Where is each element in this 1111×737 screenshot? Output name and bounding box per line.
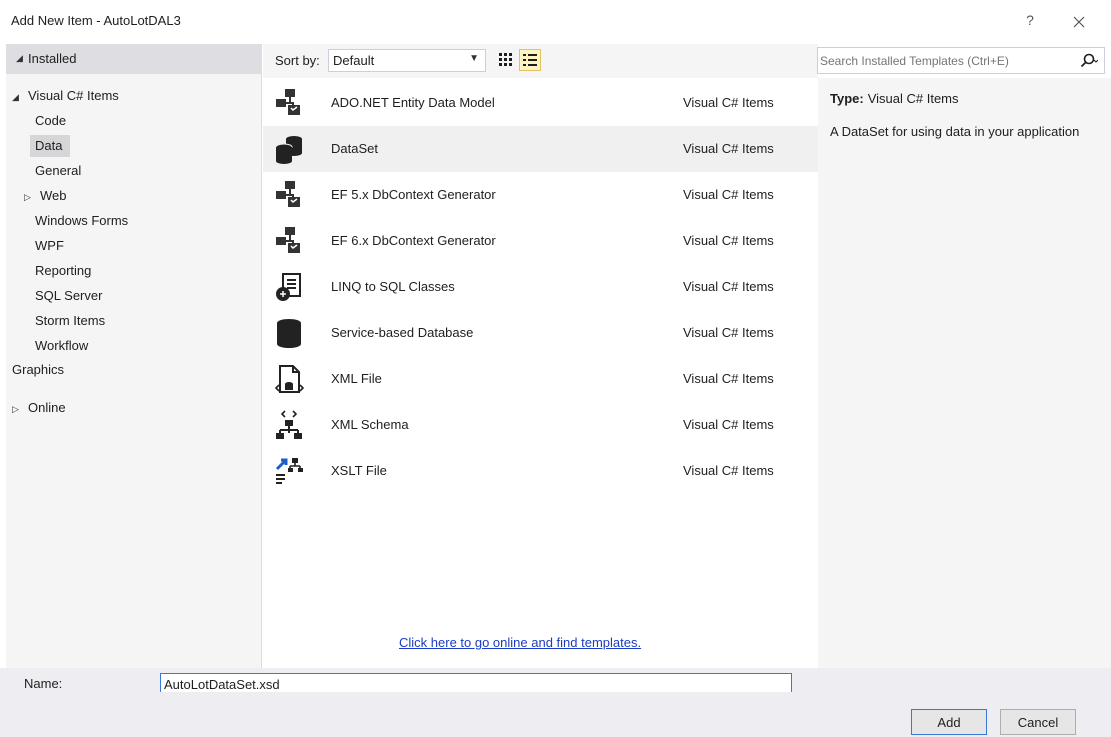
- tree-item-label: Web: [40, 188, 67, 203]
- xml-schema-icon: [273, 409, 305, 441]
- template-name: XML File: [331, 371, 382, 386]
- tree-item-visual-csharp-items[interactable]: ◢ Visual C# Items: [12, 88, 256, 110]
- installed-node[interactable]: ◢ Installed: [6, 44, 262, 74]
- tree-item-label: Graphics: [12, 362, 65, 377]
- expanded-arrow-icon: ◢: [12, 92, 19, 102]
- chevron-down-icon: ▼: [469, 53, 479, 64]
- list-view-icon[interactable]: [519, 49, 541, 71]
- cancel-button[interactable]: Cancel: [1000, 709, 1076, 735]
- tree-item-label: General: [35, 163, 82, 178]
- tree-item-windows-forms[interactable]: Windows Forms: [35, 213, 128, 235]
- entity-model-icon: [273, 87, 305, 119]
- tree-item-workflow[interactable]: Workflow: [35, 338, 88, 360]
- template-list: ADO.NET Entity Data Model Visual C# Item…: [263, 78, 818, 692]
- template-description: A DataSet for using data in your applica…: [830, 124, 1080, 139]
- template-item-dataset[interactable]: DataSet Visual C# Items: [263, 126, 818, 172]
- find-templates-online-link[interactable]: Click here to go online and find templat…: [399, 635, 641, 650]
- search-icon[interactable]: [1078, 51, 1099, 71]
- template-toolbar: Sort by: Default ▼: [263, 44, 818, 78]
- template-category: Visual C# Items: [683, 233, 774, 248]
- tree-item-sql-server[interactable]: SQL Server: [35, 288, 102, 310]
- template-category: Visual C# Items: [683, 371, 774, 386]
- tree-item-label: Reporting: [35, 263, 92, 278]
- tree-item-label: Data: [35, 138, 63, 153]
- entity-model-icon: [273, 225, 305, 257]
- tree-item-reporting[interactable]: Reporting: [35, 263, 91, 285]
- template-item-ef5-dbcontext-generator[interactable]: EF 5.x DbContext Generator Visual C# Ite…: [263, 172, 818, 218]
- template-category: Visual C# Items: [683, 187, 774, 202]
- search-templates-box: [817, 47, 1105, 74]
- sort-by-value: Default: [333, 53, 375, 68]
- template-item-xslt-file[interactable]: XSLT File Visual C# Items: [263, 448, 818, 494]
- collapsed-arrow-icon: ▷: [12, 404, 19, 414]
- template-category: Visual C# Items: [683, 325, 774, 340]
- tree-item-label: Workflow: [35, 338, 89, 353]
- tree-item-label: Storm Items: [35, 313, 106, 328]
- add-button[interactable]: Add: [911, 709, 987, 735]
- template-category: Visual C# Items: [683, 417, 774, 432]
- database-icon: [273, 317, 305, 349]
- template-item-xml-schema[interactable]: XML Schema Visual C# Items: [263, 402, 818, 448]
- tree-item-label: Windows Forms: [35, 213, 129, 228]
- tree-item-online[interactable]: ▷ Online: [12, 400, 66, 422]
- template-name: XSLT File: [331, 463, 387, 478]
- template-category: Visual C# Items: [683, 141, 774, 156]
- template-category: Visual C# Items: [683, 95, 774, 110]
- template-name: EF 6.x DbContext Generator: [331, 233, 496, 248]
- xslt-file-icon: [273, 455, 305, 487]
- tree-item-graphics[interactable]: Graphics: [12, 362, 64, 384]
- template-name: XML Schema: [331, 417, 409, 432]
- template-name: EF 5.x DbContext Generator: [331, 187, 496, 202]
- template-name: Service-based Database: [331, 325, 474, 340]
- collapsed-arrow-icon: ▷: [24, 192, 31, 202]
- search-input[interactable]: [820, 51, 1060, 70]
- template-category: Visual C# Items: [683, 279, 774, 294]
- window-title: Add New Item - AutoLotDAL3: [11, 13, 181, 28]
- dataset-icon: [273, 133, 305, 165]
- close-icon[interactable]: [1068, 11, 1090, 33]
- template-item-linq-to-sql-classes[interactable]: LINQ to SQL Classes Visual C# Items: [263, 264, 818, 310]
- template-category: Visual C# Items: [683, 463, 774, 478]
- small-icons-view-icon[interactable]: [495, 49, 517, 71]
- name-label: Name:: [24, 676, 63, 691]
- sort-by-dropdown[interactable]: Default ▼: [328, 49, 486, 72]
- tree-item-code[interactable]: Code: [35, 113, 66, 135]
- expanded-arrow-icon: ◢: [16, 53, 23, 63]
- tree-item-label: Code: [35, 113, 67, 128]
- template-name: DataSet: [331, 141, 378, 156]
- tree-item-label: WPF: [35, 238, 64, 253]
- template-item-ado-net-entity-data-model[interactable]: ADO.NET Entity Data Model Visual C# Item…: [263, 80, 818, 126]
- template-name: LINQ to SQL Classes: [331, 279, 455, 294]
- template-type-line: Type: Visual C# Items: [830, 91, 959, 106]
- type-value: Visual C# Items: [867, 91, 959, 106]
- template-item-ef6-dbcontext-generator[interactable]: EF 6.x DbContext Generator Visual C# Ite…: [263, 218, 818, 264]
- category-tree-panel: ◢ Installed ◢ Visual C# Items Code Data G…: [6, 44, 262, 692]
- template-name: ADO.NET Entity Data Model: [331, 95, 495, 110]
- tree-item-data[interactable]: Data: [30, 135, 70, 157]
- entity-model-icon: [273, 179, 305, 211]
- template-details-panel: Type: Visual C# Items A DataSet for using…: [818, 78, 1111, 692]
- tree-item-label: Visual C# Items: [28, 88, 119, 103]
- linq-classes-icon: [273, 271, 305, 303]
- tree-item-label: Online: [28, 400, 66, 415]
- template-item-service-based-database[interactable]: Service-based Database Visual C# Items: [263, 310, 818, 356]
- help-button[interactable]: ?: [1020, 12, 1040, 28]
- title-bar: Add New Item - AutoLotDAL3 ?: [0, 0, 1111, 44]
- tree-item-web[interactable]: ▷ Web: [24, 188, 67, 210]
- type-key-label: Type:: [830, 91, 864, 106]
- tree-item-general[interactable]: General: [35, 163, 81, 185]
- tree-item-label: SQL Server: [35, 288, 103, 303]
- template-item-xml-file[interactable]: XML File Visual C# Items: [263, 356, 818, 402]
- xml-file-icon: [273, 363, 305, 395]
- installed-label: Installed: [28, 51, 77, 66]
- sort-by-label: Sort by:: [275, 53, 320, 68]
- tree-item-storm-items[interactable]: Storm Items: [35, 313, 105, 335]
- tree-item-wpf[interactable]: WPF: [35, 238, 64, 260]
